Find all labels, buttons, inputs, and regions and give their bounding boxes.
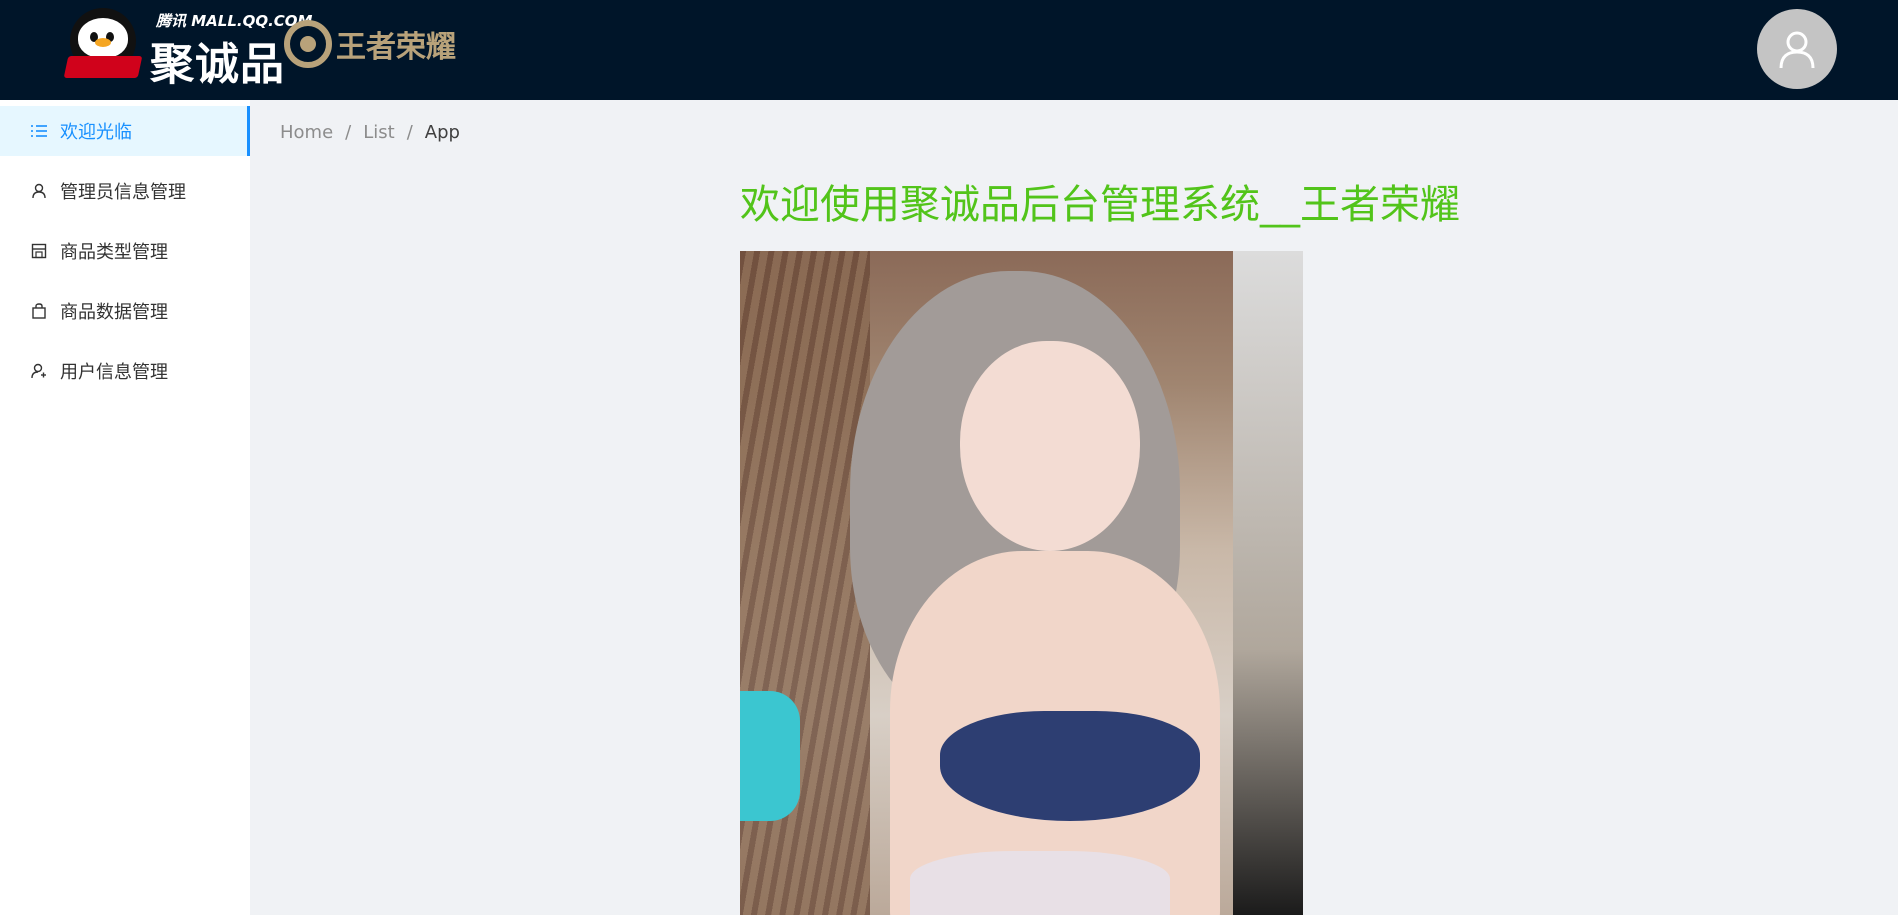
breadcrumb-current: App [424,122,460,143]
penguin-logo-icon [62,6,144,82]
breadcrumb-list[interactable]: List [363,122,394,143]
sidebar-item-product-data[interactable]: 商品数据管理 [0,286,250,336]
sidebar-item-product-type[interactable]: 商品类型管理 [0,226,250,276]
breadcrumb-separator: / [406,122,413,143]
user-add-icon [30,362,48,380]
welcome-image [740,251,1303,915]
logo-title: 聚诚品 [150,39,285,90]
breadcrumb-home[interactable]: Home [280,122,333,143]
sidebar-item-welcome[interactable]: 欢迎光临 [0,106,250,156]
sidebar-item-label: 欢迎光临 [60,122,132,143]
breadcrumb-separator: / [345,122,352,143]
user-icon [1779,31,1815,69]
top-header: 腾讯 MALL.QQ.COM 聚诚品 王者荣耀 [0,0,1898,100]
sidebar: 欢迎光临 管理员信息管理 商品类型管理 商品数据管理 用户信息管理 [0,100,250,915]
game-emblem-icon [284,20,332,68]
list-icon [30,122,48,140]
user-icon [30,182,48,200]
breadcrumb: Home / List / App [280,122,460,143]
sidebar-item-label: 商品数据管理 [60,302,168,323]
site-logo[interactable]: 腾讯 MALL.QQ.COM 聚诚品 王者荣耀 [62,6,456,90]
sidebar-item-admin-info[interactable]: 管理员信息管理 [0,166,250,216]
avatar[interactable] [1757,9,1837,89]
logo-text: 腾讯 MALL.QQ.COM 聚诚品 [148,6,312,90]
sidebar-item-label: 用户信息管理 [60,362,168,383]
sidebar-item-label: 管理员信息管理 [60,182,186,203]
page-title: 欢迎使用聚诚品后台管理系统__王者荣耀 [740,182,1460,228]
shop-icon [30,242,48,260]
sidebar-item-user-info[interactable]: 用户信息管理 [0,346,250,396]
game-name: 王者荣耀 [336,30,456,65]
sidebar-item-label: 商品类型管理 [60,242,168,263]
shopping-bag-icon [30,302,48,320]
